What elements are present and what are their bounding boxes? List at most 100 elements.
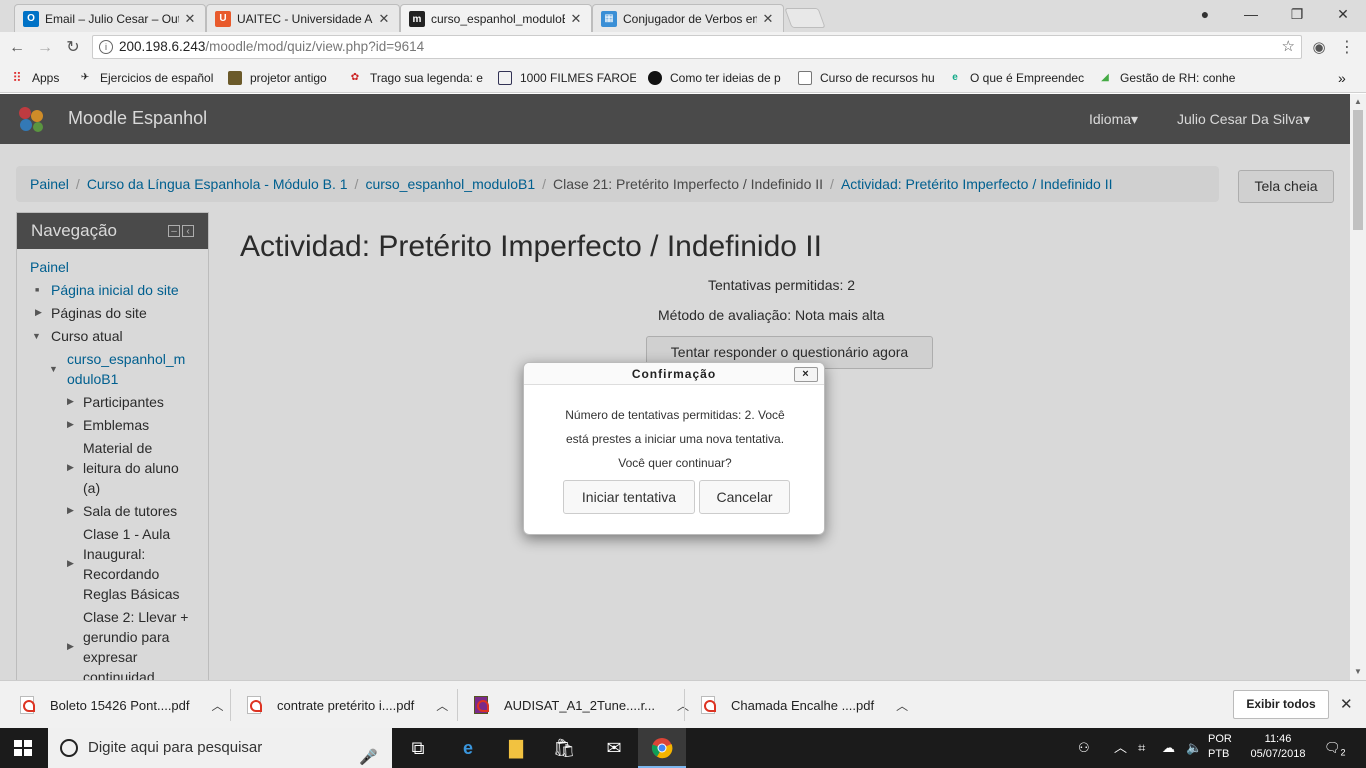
- maximize-icon[interactable]: ❐: [1274, 0, 1320, 28]
- bookmark-apps[interactable]: ⠿ Apps: [10, 69, 70, 87]
- file-explorer-icon[interactable]: ▇: [492, 728, 540, 768]
- caret-right-icon[interactable]: ▶: [67, 396, 74, 407]
- tab-conjugador[interactable]: ▦ Conjugador de Verbos em ✕: [592, 4, 784, 32]
- chevron-up-icon[interactable]: ︿: [436, 697, 448, 714]
- nav-site-pages[interactable]: Páginas do site: [51, 303, 147, 323]
- caret-right-icon[interactable]: ▶: [67, 641, 74, 652]
- chevron-up-icon[interactable]: ︿: [896, 697, 908, 714]
- close-icon[interactable]: ✕: [377, 11, 391, 27]
- caret-right-icon[interactable]: ▶: [67, 462, 74, 473]
- profile-icon[interactable]: ●: [1182, 0, 1228, 28]
- bookmark-empreendec[interactable]: e O que é Empreendec: [948, 69, 1084, 87]
- bookmark-ejercicios[interactable]: ✈ Ejercicios de español: [78, 69, 220, 87]
- caret-right-icon[interactable]: ▶: [67, 419, 74, 430]
- nav-material-line2[interactable]: leitura do aluno: [83, 458, 179, 478]
- tray-chevron-icon[interactable]: ︿: [1114, 728, 1127, 768]
- close-downloads-icon[interactable]: ✕: [1340, 695, 1353, 713]
- nav-current-course[interactable]: Curso atual: [51, 326, 123, 346]
- download-item[interactable]: Boleto 15426 Pont....pdf ︿: [20, 691, 224, 719]
- nav-clase2-line1[interactable]: Clase 2: Llevar +: [83, 607, 188, 627]
- taskbar-search-box[interactable]: Digite aqui para pesquisar 🎤: [48, 728, 392, 768]
- nav-site-home[interactable]: Página inicial do site: [51, 280, 179, 300]
- forward-icon[interactable]: →: [34, 37, 56, 59]
- tab-email[interactable]: O Email – Julio Cesar – Outl ✕: [14, 4, 206, 32]
- url-field[interactable]: i 200.198.6.243/moodle/mod/quiz/view.php…: [92, 35, 1302, 59]
- extension-icon[interactable]: ◉: [1308, 37, 1330, 59]
- breadcrumb-course-short[interactable]: curso_espanhol_moduloB1: [365, 176, 535, 192]
- menu-icon[interactable]: ⋮: [1336, 37, 1358, 59]
- reload-icon[interactable]: ↻: [62, 37, 84, 59]
- nav-material-line1[interactable]: Material de: [83, 438, 152, 458]
- minimize-icon[interactable]: —: [1228, 0, 1274, 28]
- nav-badges[interactable]: Emblemas: [83, 415, 149, 435]
- moodle-logo-icon[interactable]: [16, 104, 48, 134]
- cancel-button[interactable]: Cancelar: [699, 480, 790, 514]
- bookmark-legenda[interactable]: ✿ Trago sua legenda: e: [348, 69, 484, 87]
- caret-right-icon[interactable]: ▶: [35, 307, 42, 318]
- bookmark-rh[interactable]: ◢ Gestão de RH: conhe: [1098, 69, 1236, 87]
- nav-clase2-line4[interactable]: continuidad: [83, 667, 155, 680]
- onedrive-icon[interactable]: ☁: [1162, 728, 1175, 768]
- bookmark-ideias[interactable]: Como ter ideias de p: [648, 69, 784, 87]
- nav-course-line2[interactable]: oduloB1: [67, 369, 118, 389]
- nav-clase2-line2[interactable]: gerundio para: [83, 627, 169, 647]
- dock-icon[interactable]: ‹: [182, 225, 194, 237]
- windows-start-icon[interactable]: [14, 740, 32, 756]
- close-icon[interactable]: ✕: [183, 11, 197, 27]
- clock[interactable]: 11:46 05/07/2018: [1248, 732, 1308, 762]
- action-center-icon[interactable]: 🗨2: [1324, 728, 1346, 768]
- breadcrumb-course[interactable]: Curso da Língua Espanhola - Módulo B. 1: [87, 176, 348, 192]
- nav-clase1-line2[interactable]: Inaugural:: [83, 544, 145, 564]
- site-name[interactable]: Moodle Espanhol: [68, 108, 207, 129]
- mail-icon[interactable]: ✉: [590, 728, 638, 768]
- language-menu[interactable]: Idioma▾: [1089, 111, 1138, 128]
- volume-icon[interactable]: 🔈: [1186, 728, 1202, 768]
- download-item[interactable]: AUDISAT_A1_2Tune....r... ︿: [474, 691, 689, 719]
- bookmark-recursos[interactable]: Curso de recursos hu: [798, 69, 936, 87]
- language-indicator[interactable]: POR PTB: [1208, 732, 1232, 762]
- nav-course-line1[interactable]: curso_espanhol_m: [67, 349, 185, 369]
- fullscreen-button[interactable]: Tela cheia: [1238, 170, 1334, 203]
- page-scrollbar[interactable]: ▲ ▼: [1350, 94, 1366, 680]
- nav-clase1-line3[interactable]: Recordando: [83, 564, 159, 584]
- chevron-up-icon[interactable]: ︿: [212, 697, 224, 714]
- nav-painel[interactable]: Painel: [30, 257, 69, 277]
- microphone-icon[interactable]: 🎤: [359, 738, 378, 768]
- people-icon[interactable]: ⚇: [1078, 728, 1090, 768]
- caret-right-icon[interactable]: ▶: [67, 505, 74, 516]
- back-icon[interactable]: ←: [6, 37, 28, 59]
- nav-clase1-line4[interactable]: Reglas Básicas: [83, 584, 180, 604]
- bookmark-projetor[interactable]: projetor antigo: [228, 69, 340, 87]
- breadcrumb-activity[interactable]: Actividad: Pretérito Imperfecto / Indefi…: [841, 176, 1113, 192]
- dialog-close-button[interactable]: ×: [794, 367, 818, 382]
- window-close-icon[interactable]: ✕: [1320, 0, 1366, 28]
- nav-clase1-line1[interactable]: Clase 1 - Aula: [83, 524, 170, 544]
- network-icon[interactable]: ⌗: [1138, 728, 1145, 768]
- collapse-icon[interactable]: –: [168, 225, 180, 237]
- caret-down-icon[interactable]: ▼: [49, 364, 58, 374]
- bookmark-filmes[interactable]: 1000 FILMES FAROES: [498, 69, 636, 87]
- task-view-icon[interactable]: ⧉: [394, 728, 442, 768]
- close-icon[interactable]: ✕: [569, 11, 583, 27]
- nav-clase2-line3[interactable]: expresar: [83, 647, 137, 667]
- download-item[interactable]: contrate pretérito i....pdf ︿: [247, 691, 448, 719]
- nav-tutors[interactable]: Sala de tutores: [83, 501, 177, 521]
- chrome-icon[interactable]: [638, 728, 686, 768]
- bookmarks-more[interactable]: »: [1338, 69, 1352, 87]
- new-tab-button[interactable]: [784, 8, 826, 28]
- nav-material-line3[interactable]: (a): [83, 478, 100, 498]
- show-all-downloads-button[interactable]: Exibir todos: [1233, 690, 1329, 719]
- scroll-thumb[interactable]: [1353, 110, 1363, 230]
- info-icon[interactable]: i: [99, 40, 113, 54]
- nav-participants[interactable]: Participantes: [83, 392, 164, 412]
- close-icon[interactable]: ✕: [761, 11, 775, 27]
- edge-icon[interactable]: e: [444, 728, 492, 768]
- scroll-up-icon[interactable]: ▲: [1350, 94, 1366, 110]
- scroll-down-icon[interactable]: ▼: [1350, 664, 1366, 680]
- star-icon[interactable]: ☆: [1282, 36, 1295, 58]
- user-menu[interactable]: Julio Cesar Da Silva▾: [1177, 111, 1310, 128]
- tab-moodle[interactable]: m curso_espanhol_moduloB ✕: [400, 4, 592, 33]
- download-item[interactable]: Chamada Encalhe ....pdf ︿: [701, 691, 908, 719]
- caret-down-icon[interactable]: ▼: [32, 331, 41, 341]
- caret-right-icon[interactable]: ▶: [67, 558, 74, 569]
